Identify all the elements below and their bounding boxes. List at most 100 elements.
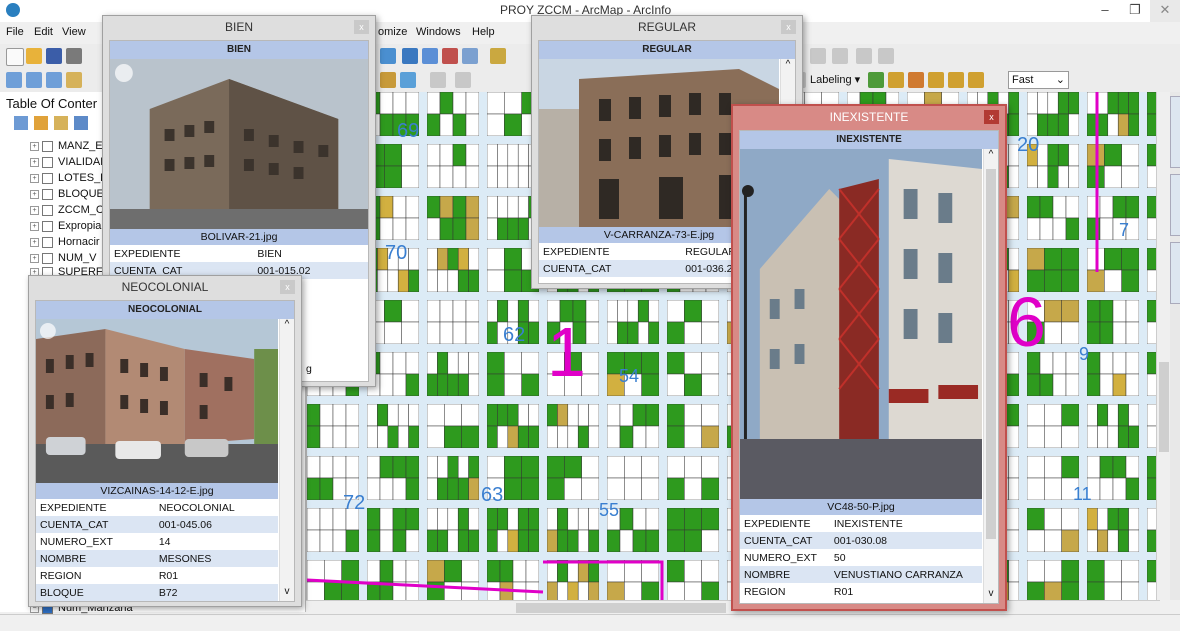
arctoolbox-tab[interactable] <box>1170 96 1180 168</box>
topology-icon[interactable] <box>878 48 894 64</box>
expand-icon[interactable]: + <box>30 189 39 199</box>
label-tool-icon-4[interactable] <box>928 72 944 88</box>
html-popup-icon[interactable] <box>430 72 446 88</box>
maximize-button[interactable]: ❐ <box>1120 0 1150 22</box>
parcel <box>1061 403 1080 427</box>
zoom-icon[interactable] <box>46 72 62 88</box>
chevron-down-icon[interactable]: v <box>984 588 998 599</box>
menu-windows[interactable]: Windows <box>416 26 461 38</box>
scroll-thumb[interactable] <box>986 169 996 539</box>
expand-icon[interactable]: + <box>30 205 39 215</box>
parcel <box>585 299 600 323</box>
label-tool-icon-2[interactable] <box>888 72 904 88</box>
layer-item[interactable]: + MANZ_E <box>30 140 103 156</box>
layer-checkbox[interactable] <box>42 156 53 168</box>
popup-scrollbar[interactable]: ^ v <box>279 319 294 601</box>
layer-item[interactable]: + BLOQUE <box>30 188 104 204</box>
identify-icon[interactable] <box>402 48 418 64</box>
zoom-in-icon[interactable] <box>6 72 22 88</box>
label-tool-icon-3[interactable] <box>908 72 924 88</box>
street <box>479 92 487 600</box>
menu-view[interactable]: View <box>62 26 86 38</box>
popup-title[interactable]: INEXISTENTE <box>733 106 1005 128</box>
close-icon[interactable]: x <box>984 110 999 124</box>
find-icon[interactable] <box>380 72 396 88</box>
parcel <box>507 165 519 189</box>
arcmap-app-icon[interactable] <box>6 3 20 17</box>
pan-hand-icon[interactable] <box>66 72 82 88</box>
catalog-tab[interactable] <box>1170 174 1180 236</box>
search-tab[interactable] <box>1170 242 1180 304</box>
parcel <box>468 507 480 531</box>
layer-checkbox[interactable] <box>42 220 53 232</box>
layer-item[interactable]: + Expropia <box>30 220 101 236</box>
scroll-thumb[interactable] <box>1159 362 1169 452</box>
layer-item[interactable]: + ZCCM_C <box>30 204 104 220</box>
expand-icon[interactable]: + <box>30 221 39 231</box>
model-builder-icon[interactable] <box>490 48 506 64</box>
menu-help[interactable]: Help <box>472 26 495 38</box>
list-by-source-icon[interactable] <box>34 116 48 130</box>
layer-checkbox[interactable] <box>42 252 53 264</box>
list-by-drawing-order-icon[interactable] <box>14 116 28 130</box>
parcel <box>319 455 334 479</box>
parcel <box>701 321 720 345</box>
menu-edit[interactable]: Edit <box>34 26 53 38</box>
layer-item[interactable]: + Hornacir <box>30 236 100 252</box>
sketch-tool-icon[interactable] <box>832 48 848 64</box>
popup-title[interactable]: NEOCOLONIAL <box>29 276 301 298</box>
label-tool-icon-1[interactable] <box>868 72 884 88</box>
save-icon[interactable] <box>46 48 62 64</box>
arctoolbox-icon[interactable] <box>442 48 458 64</box>
menu-file[interactable]: File <box>6 26 24 38</box>
edit-tool-icon[interactable] <box>810 48 826 64</box>
label-speed-select[interactable]: Fast ⌄ <box>1008 71 1069 89</box>
popup-title[interactable]: BIEN <box>103 16 375 38</box>
expand-icon[interactable]: + <box>30 141 39 151</box>
layer-checkbox[interactable] <box>42 204 53 216</box>
popup-window-neocolonial[interactable]: NEOCOLONIAL x NEOCOLONIAL VIZCAINAS-14-1… <box>28 275 302 607</box>
layer-item[interactable]: + LOTES_E <box>30 172 108 188</box>
expand-icon[interactable]: + <box>30 173 39 183</box>
popup-window-inexistente[interactable]: INEXISTENTE x INEXISTENTE VC48-50-P.jpg … <box>731 104 1007 611</box>
menu-customize[interactable]: omize <box>378 26 407 38</box>
expand-icon[interactable]: + <box>30 253 39 263</box>
layer-checkbox[interactable] <box>42 172 53 184</box>
minimize-button[interactable]: – <box>1090 0 1120 22</box>
chevron-up-icon[interactable]: ^ <box>984 149 998 160</box>
popup-scrollbar[interactable]: ^ v <box>983 149 998 603</box>
chevron-up-icon[interactable]: ^ <box>781 59 795 70</box>
popup-title[interactable]: REGULAR <box>532 16 802 38</box>
chevron-down-icon[interactable]: v <box>280 586 294 597</box>
parcel <box>701 507 720 531</box>
select-elements-icon[interactable] <box>380 48 396 64</box>
attributes-icon[interactable] <box>856 48 872 64</box>
measure-icon[interactable] <box>400 72 416 88</box>
catalog-icon[interactable] <box>422 48 438 64</box>
new-document-icon[interactable] <box>6 48 24 66</box>
layer-checkbox[interactable] <box>42 140 53 152</box>
label-tool-icon-6[interactable] <box>968 72 984 88</box>
parcel <box>447 269 459 293</box>
close-icon[interactable]: x <box>280 280 295 294</box>
label-tool-icon-5[interactable] <box>948 72 964 88</box>
zoom-out-icon[interactable] <box>26 72 42 88</box>
time-slider-icon[interactable] <box>455 72 471 88</box>
map-vertical-scrollbar[interactable] <box>1156 92 1171 600</box>
python-window-icon[interactable] <box>462 48 478 64</box>
expand-icon[interactable]: + <box>30 237 39 247</box>
labeling-dropdown[interactable]: Labeling ▾ <box>810 73 860 86</box>
chevron-up-icon[interactable]: ^ <box>280 319 294 330</box>
list-by-selection-icon[interactable] <box>74 116 88 130</box>
expand-icon[interactable]: + <box>30 157 39 167</box>
list-by-visibility-icon[interactable] <box>54 116 68 130</box>
scroll-thumb[interactable] <box>516 603 726 613</box>
open-folder-icon[interactable] <box>26 48 42 64</box>
print-icon[interactable] <box>66 48 82 64</box>
layer-checkbox[interactable] <box>42 188 53 200</box>
layer-item[interactable]: + VIALIDAI <box>30 156 103 172</box>
close-icon[interactable]: x <box>781 20 796 34</box>
close-icon[interactable]: x <box>354 20 369 34</box>
close-button[interactable]: ✕ <box>1150 0 1180 22</box>
layer-checkbox[interactable] <box>42 236 53 248</box>
